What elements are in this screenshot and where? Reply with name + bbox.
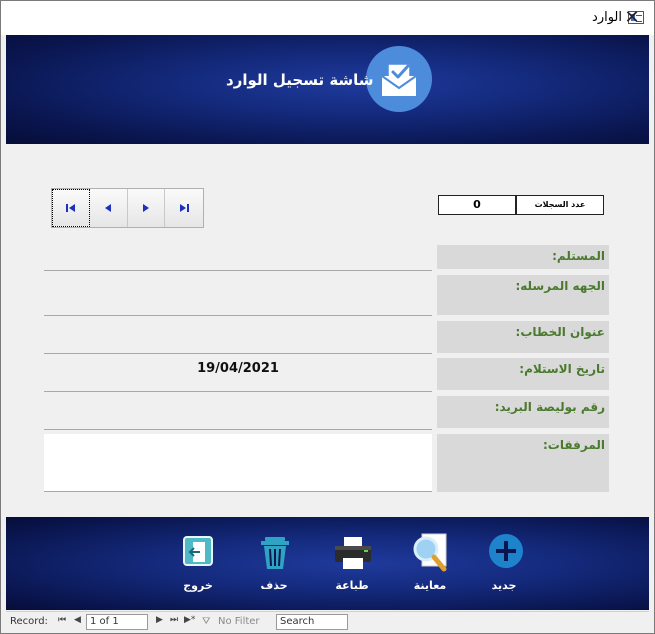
record-status-bar: Record: ⏮ ◀ 1 of 1 ▶ ⏭ ▶* ⛛ No Filter Se…: [6, 611, 649, 633]
search-input[interactable]: Search: [276, 614, 348, 630]
no-filter-button[interactable]: No Filter: [218, 616, 260, 627]
received-date-label: تاريخ الاستلام:: [437, 358, 609, 390]
attachments-label: المرفقات:: [437, 434, 609, 492]
sender-party-underline: [44, 315, 432, 316]
printer-icon: [335, 537, 371, 569]
status-last-icon[interactable]: ⏭: [170, 615, 178, 625]
next-record-icon: [142, 204, 149, 212]
plus-circle-icon: [489, 534, 523, 568]
close-button[interactable]: ✕: [621, 7, 643, 29]
window-title: الوارد: [592, 10, 622, 25]
subject-label: عنوان الخطاب:: [437, 321, 609, 353]
record-count-value: 0: [438, 195, 516, 215]
last-record-button[interactable]: [165, 189, 203, 227]
subject-underline: [44, 353, 432, 354]
record-label: Record:: [10, 616, 48, 627]
record-position-input[interactable]: 1 of 1: [86, 614, 148, 630]
delete-label: حذف: [260, 579, 288, 592]
title-bar: الوارد ✕: [1, 1, 654, 35]
form-header: شاشة تسجيل الوارد: [6, 35, 649, 144]
mail-policy-label: رقم بوليصة البريد:: [437, 396, 609, 428]
action-bar: خروج حذف طباعة معاينة جديد: [6, 517, 649, 610]
form-body: 0 عدد السجلات المستلم: الجهه المرسله: عن…: [6, 144, 649, 517]
exit-label: خروج: [183, 579, 213, 592]
status-new-icon[interactable]: ▶*: [184, 615, 195, 625]
last-record-icon: [180, 204, 190, 212]
first-record-button[interactable]: [52, 189, 90, 227]
exit-door-icon: [183, 536, 213, 566]
preview-magnifier-icon: [413, 533, 447, 572]
sender-party-label: الجهه المرسله:: [437, 275, 609, 315]
prev-record-button[interactable]: [89, 189, 128, 227]
new-record-label: جديد: [491, 579, 517, 592]
mail-check-icon: [366, 46, 432, 112]
exit-button[interactable]: خروج: [168, 517, 228, 610]
record-navigator: [51, 188, 204, 228]
print-label: طباعة: [335, 579, 369, 592]
attachments-field[interactable]: [44, 434, 432, 492]
filter-funnel-icon: ⛛: [202, 616, 211, 627]
status-first-icon[interactable]: ⏮: [58, 615, 66, 625]
record-count-label: عدد السجلات: [516, 195, 604, 215]
form-window: الوارد ✕ شاشة تسجيل الوارد 0 عدد السجلات…: [0, 0, 655, 634]
status-next-icon[interactable]: ▶: [156, 615, 163, 625]
delete-button[interactable]: حذف: [244, 517, 304, 610]
trash-icon: [261, 537, 289, 569]
mail-policy-underline: [44, 429, 432, 430]
recipient-underline: [44, 270, 432, 271]
first-record-icon: [65, 204, 75, 212]
print-button[interactable]: طباعة: [322, 517, 382, 610]
new-record-button[interactable]: جديد: [474, 517, 534, 610]
preview-button[interactable]: معاينة: [400, 517, 460, 610]
status-prev-icon[interactable]: ◀: [74, 615, 81, 625]
recipient-label: المستلم:: [437, 245, 609, 269]
next-record-button[interactable]: [127, 189, 166, 227]
prev-record-icon: [105, 204, 112, 212]
page-title: شاشة تسجيل الوارد: [226, 71, 374, 89]
received-date-field[interactable]: 19/04/2021: [44, 361, 432, 376]
preview-label: معاينة: [413, 579, 447, 592]
received-date-underline: [44, 391, 432, 392]
